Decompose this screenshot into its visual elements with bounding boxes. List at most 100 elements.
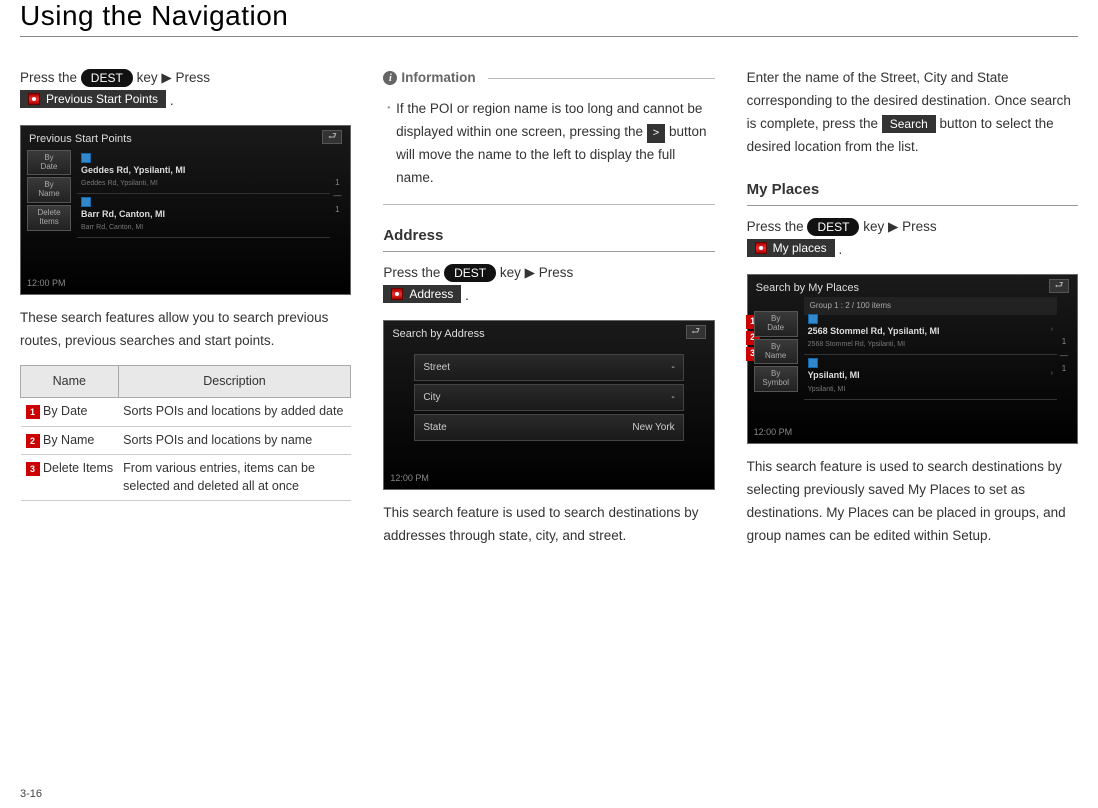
text: Press the [20,70,81,85]
text: key ▶ Press [500,265,573,280]
list-item: Ypsilanti, MI › Ypsilanti, MI [804,355,1057,399]
state-field: StateNew York [414,414,683,441]
value: - [671,359,674,376]
info-label: Information [401,67,475,90]
col-3: Enter the name of the Street, City and S… [747,67,1078,560]
address-fields: Street - City - StateNew York [414,351,683,444]
sidebar-by-date: ByDate [27,150,71,176]
info-heading: i Information [383,67,714,90]
value: - [671,389,674,406]
label: Previous Start Points [46,91,158,107]
col-2: i Information If the POI or region name … [383,67,714,560]
sc-title: Search by Address [392,325,484,344]
screenshot-prev-start: Previous Start Points ⮐ ByDate ByName De… [20,125,351,295]
sidebar-by-symbol: BySymbol [754,366,798,392]
cell: By Name [43,433,94,447]
col3-intro: Enter the name of the Street, City and S… [747,67,1078,159]
cell: Delete Items [43,461,113,475]
city-field: City - [414,384,683,411]
row-main: Ypsilanti, MI [808,370,860,380]
row-main: Geddes Rd, Ypsilanti, MI [81,165,185,175]
badge-2: 2 [26,434,40,448]
clock: 12:00 PM [390,471,429,486]
th-desc: Description [118,365,351,397]
columns: Press the DEST key ▶ Press Previous Star… [20,67,1078,560]
dest-key: DEST [807,218,859,236]
th-name: Name [21,365,119,397]
back-icon: ⮐ [1049,279,1069,293]
text: key ▶ Press [863,219,936,234]
row-sub: 2568 Stommel Rd, Ypsilanti, MI [808,339,1053,351]
badge-1: 1 [26,405,40,419]
search-button: Search [882,115,936,133]
list-item: 2568 Stommel Rd, Ypsilanti, MI › 2568 Stom… [804,311,1057,355]
info-list: If the POI or region name is too long an… [383,98,714,205]
label: City [423,389,440,406]
col1-instruction: Press the DEST key ▶ Press Previous Star… [20,67,351,113]
address-button: Address [383,285,461,303]
sidebar-by-name: ByName [754,339,798,365]
flag-icon [808,314,818,324]
row-sub: Ypsilanti, MI [808,384,1053,396]
cell: Sorts POIs and locations by name [118,426,351,455]
sc-list: Geddes Rd, Ypsilanti, MI Geddes Rd, Ypsil… [77,150,330,238]
col3-desc: This search feature is used to search de… [747,456,1078,548]
label: Address [409,286,453,302]
label: My places [773,240,827,256]
col1-desc: These search features allow you to searc… [20,307,351,353]
back-icon: ⮐ [686,325,706,339]
info-icon: i [383,71,397,85]
sc-list: 2568 Stommel Rd, Ypsilanti, MI › 2568 Stom… [804,311,1057,399]
cell: By Date [43,404,87,418]
col2-instruction: Press the DEST key ▶ Press Address . [383,262,714,308]
col-1: Press the DEST key ▶ Press Previous Star… [20,67,351,560]
clock: 12:00 PM [754,425,793,440]
sc-sidebar: ByDate ByName DeleteItems [27,150,71,233]
flag-icon [28,93,40,105]
sidebar-by-name: ByName [27,177,71,203]
chevron-right-icon: › [1051,368,1053,380]
table-row: 3 Delete Items From various entries, item… [21,455,351,501]
sidebar-delete: DeleteItems [27,205,71,231]
page-title: Using the Navigation [20,0,1078,37]
col3-instruction: Press the DEST key ▶ Press My places . [747,216,1078,262]
label: State [423,419,446,436]
chevron-right-icon: › [1051,324,1053,336]
text: Press the [747,219,808,234]
text: key ▶ Press [137,70,210,85]
gt-button: > [647,124,665,143]
myplaces-button: My places [747,239,835,257]
col2-desc: This search feature is used to search de… [383,502,714,548]
prev-start-points-button: Previous Start Points [20,90,166,108]
pager: 1—1 [330,176,344,217]
street-field: Street - [414,354,683,381]
cell: Sorts POIs and locations by added date [118,398,351,427]
flag-icon [808,358,818,368]
dest-key: DEST [444,264,496,282]
sidebar-by-date: ByDate [754,311,798,337]
page-number: 3-16 [20,788,42,800]
sc-sidebar: ByDate ByName BySymbol [754,311,798,394]
table-row: 2 By Name Sorts POIs and locations by nam… [21,426,351,455]
feature-table: NameDescription 1 By Date Sorts POIs and … [20,365,351,501]
sc-title: Search by My Places [756,279,859,298]
flag-icon [81,153,91,163]
row-sub: Geddes Rd, Ypsilanti, MI [81,178,326,190]
table-row: 1 By Date Sorts POIs and locations by add… [21,398,351,427]
back-icon: ⮐ [322,130,342,144]
list-item: Geddes Rd, Ypsilanti, MI Geddes Rd, Ypsil… [77,150,330,194]
address-heading: Address [383,223,714,253]
flag-icon [391,288,403,300]
row-main: 2568 Stommel Rd, Ypsilanti, MI [808,326,940,336]
list-item: Barr Rd, Canton, MI Barr Rd, Canton, MI [77,194,330,238]
screenshot-myplaces: 1 2 3 Search by My Places ⮐ Group 1 : 2 … [747,274,1078,444]
dest-key: DEST [81,69,133,87]
row-main: Barr Rd, Canton, MI [81,209,165,219]
flag-icon [81,197,91,207]
row-sub: Barr Rd, Canton, MI [81,222,326,234]
badge-3: 3 [26,462,40,476]
text: Press the [383,265,444,280]
sc-title: Previous Start Points [29,130,132,149]
label: Street [423,359,450,376]
cell: From various entries, items can be selec… [118,455,351,501]
